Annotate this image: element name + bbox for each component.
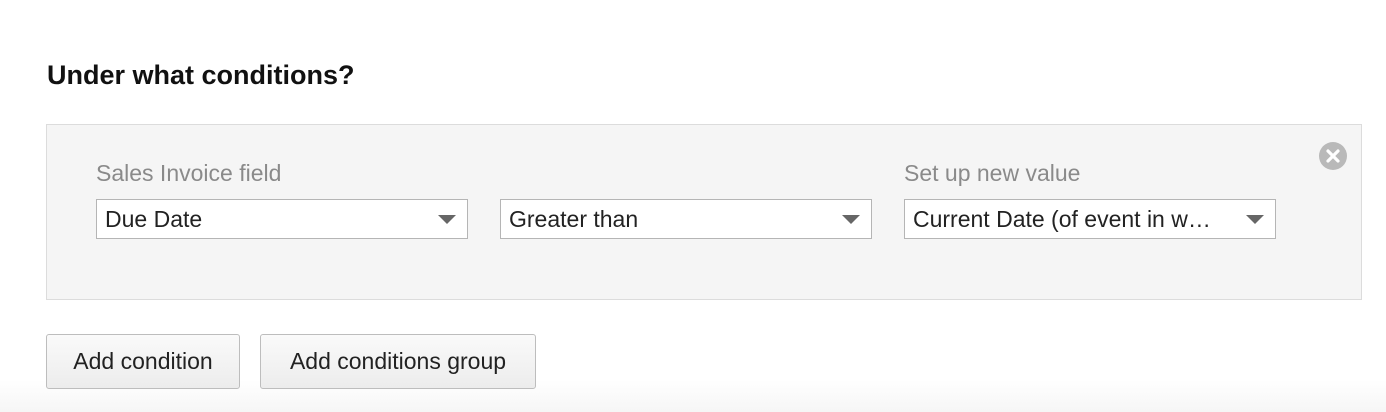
field-select-value: Due Date	[105, 206, 203, 232]
field-select[interactable]: Due Date	[96, 199, 468, 239]
condition-row: Sales Invoice field Due Date Greater tha…	[46, 124, 1362, 300]
add-conditions-group-button[interactable]: Add conditions group	[260, 334, 536, 389]
field-label: Sales Invoice field	[96, 160, 282, 186]
operator-select-value: Greater than	[509, 206, 639, 232]
chevron-down-icon	[1246, 215, 1264, 224]
operator-select[interactable]: Greater than	[500, 199, 872, 239]
condition-editor: Under what conditions? Sales Invoice fie…	[0, 0, 1386, 412]
remove-condition-button[interactable]	[1319, 142, 1347, 170]
chevron-down-icon	[438, 215, 456, 224]
chevron-down-icon	[842, 215, 860, 224]
close-icon	[1326, 149, 1340, 163]
add-condition-button[interactable]: Add condition	[46, 334, 240, 389]
value-select[interactable]: Current Date (of event in w…	[904, 199, 1276, 239]
value-label: Set up new value	[904, 160, 1081, 186]
section-title: Under what conditions?	[47, 60, 355, 90]
value-select-value: Current Date (of event in w…	[913, 206, 1211, 232]
